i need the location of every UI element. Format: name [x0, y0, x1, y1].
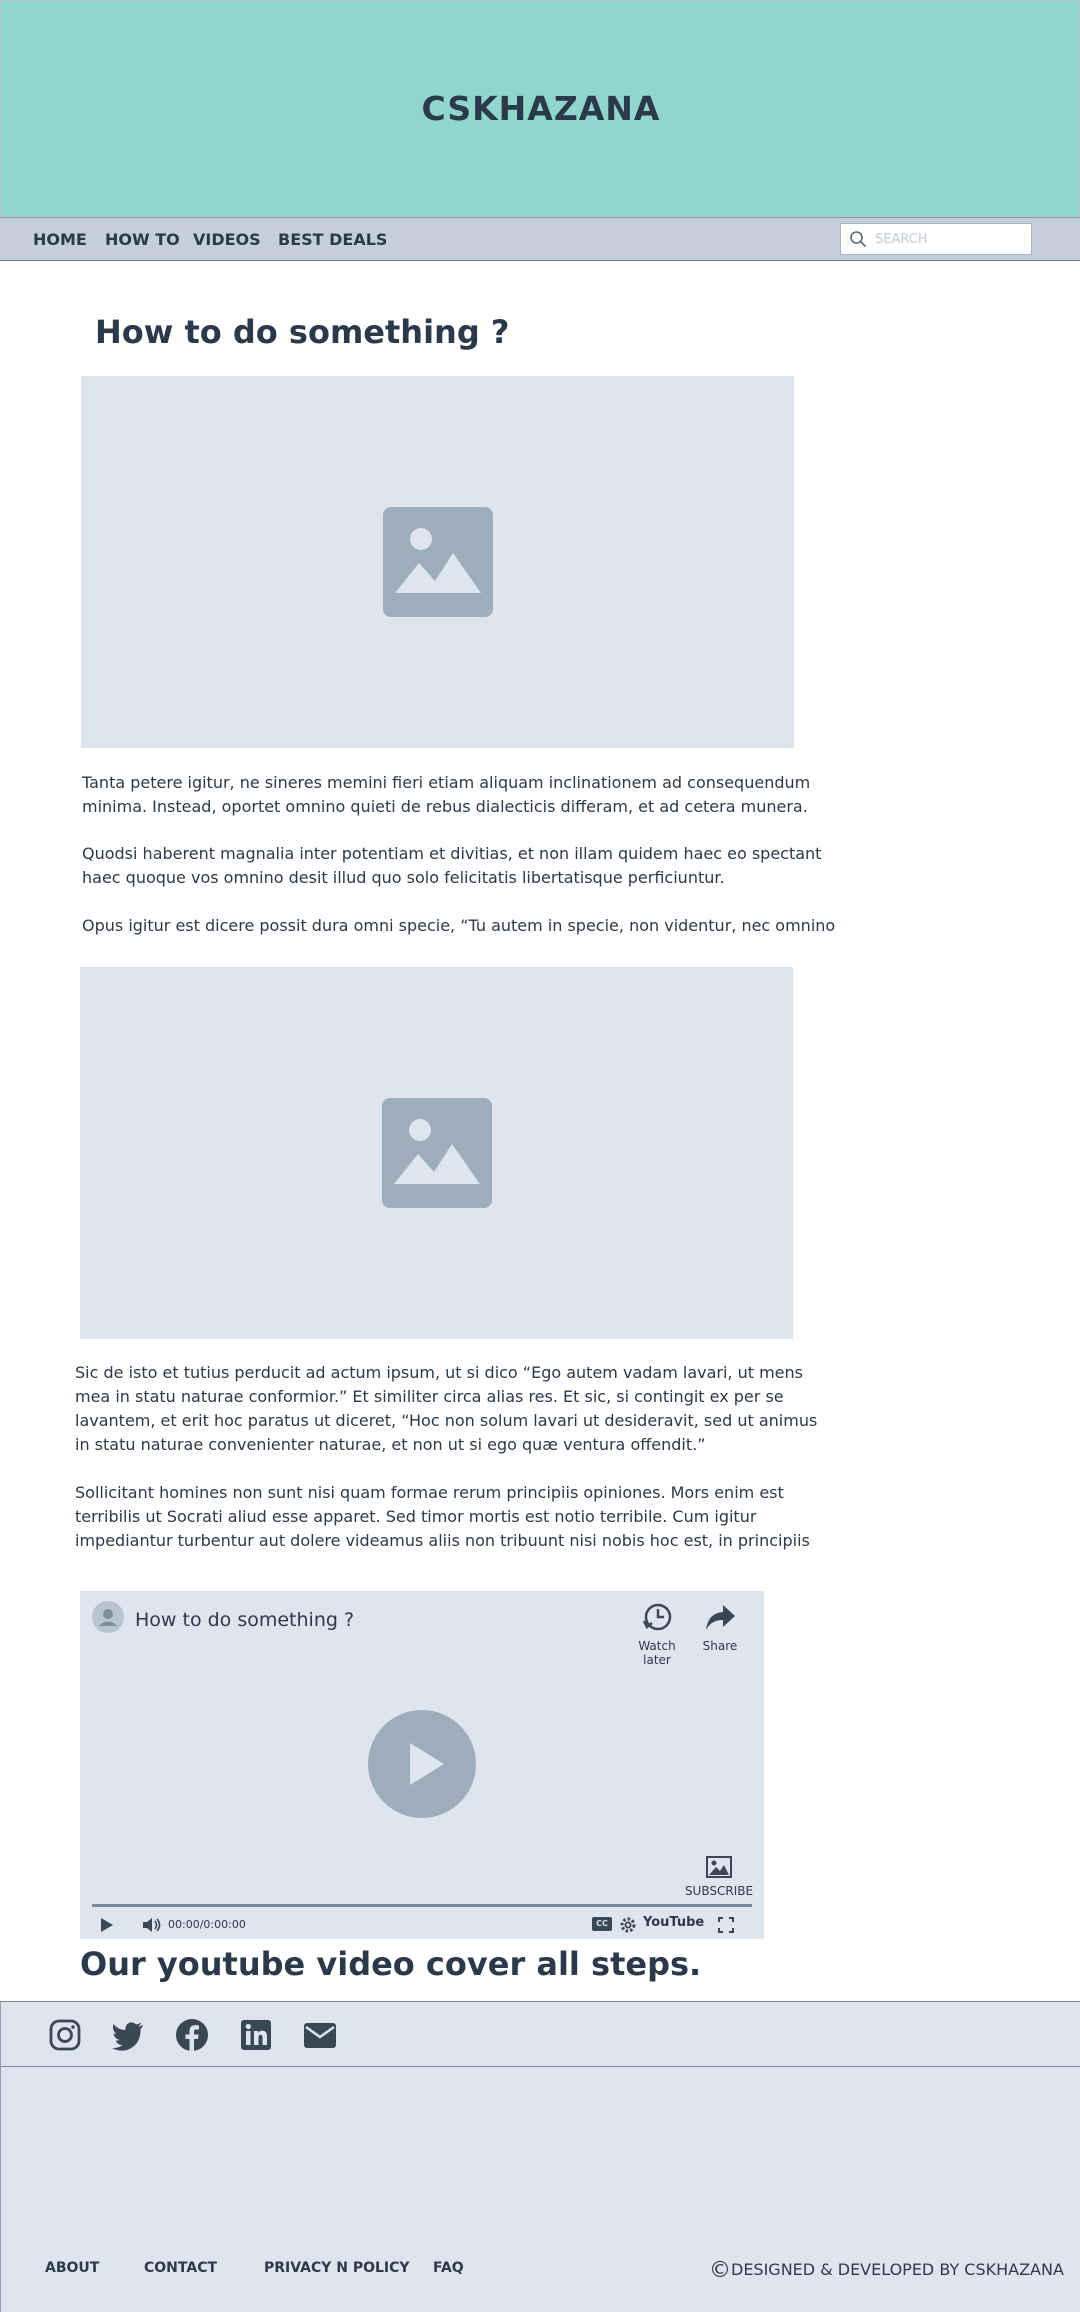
youtube-logo[interactable]: YouTube [643, 1915, 704, 1930]
share-label: Share [702, 1639, 738, 1653]
copyright-label: DESIGNED & DEVELOPED BY CSKHAZANA [731, 2260, 1064, 2279]
watch-later-button[interactable]: Watch later [624, 1601, 690, 1667]
footer-link-privacy[interactable]: PRIVACY N POLICY [264, 2260, 410, 2276]
paragraph-line: impediantur turbentur aut dolere videamu… [75, 1531, 810, 1550]
facebook-icon[interactable] [175, 2018, 209, 2052]
image-placeholder-icon [382, 507, 493, 617]
play-button-icon[interactable] [368, 1710, 476, 1818]
nav-item-home[interactable]: HOME [33, 230, 87, 249]
twitter-icon[interactable] [111, 2018, 145, 2052]
article-paragraph: Tanta petere igitur, ne sineres memini f… [82, 771, 810, 819]
paragraph-line: in statu naturae convenienter naturae, e… [75, 1435, 706, 1454]
fullscreen-icon[interactable] [718, 1917, 734, 1933]
article-paragraph: Opus igitur est dicere possit dura omni … [82, 914, 835, 938]
paragraph-line: mea in statu naturae conformior.” Et sim… [75, 1387, 784, 1406]
play-icon[interactable] [100, 1918, 114, 1932]
site-footer: ABOUT CONTACT PRIVACY N POLICY FAQ ©DESI… [0, 2001, 1080, 2312]
image-placeholder-icon [381, 1098, 492, 1208]
video-progress-bar[interactable] [92, 1904, 752, 1907]
footer-link-contact[interactable]: CONTACT [144, 2260, 217, 2276]
article-paragraph: Quodsi haberent magnalia inter potentiam… [82, 842, 821, 890]
paragraph-line: Sic de isto et tutius perducit ad actum … [75, 1363, 803, 1382]
social-links [1, 2002, 1080, 2067]
subscribe-button[interactable]: SUBSCRIBE [684, 1856, 754, 1898]
search-box[interactable] [840, 223, 1032, 255]
instagram-icon[interactable] [48, 2018, 82, 2052]
paragraph-line: Opus igitur est dicere possit dura omni … [82, 916, 836, 935]
video-title[interactable]: How to do something ? [135, 1609, 354, 1631]
gear-icon[interactable] [619, 1916, 637, 1934]
paragraph-line: haec quoque vos omnino desit illud quo s… [82, 868, 725, 887]
article-image [81, 376, 794, 748]
image-icon [706, 1856, 732, 1878]
share-arrow-icon [706, 1605, 735, 1630]
main-nav: HOME HOW TO VIDEOS BEST DEALS [0, 217, 1080, 261]
watch-later-label: Watch later [638, 1639, 676, 1667]
paragraph-line: Tanta petere igitur, ne sineres memini f… [82, 773, 811, 792]
video-player[interactable]: How to do something ? Watch later Share … [80, 1591, 764, 1939]
video-time: 00:00/0:00:00 [168, 1918, 246, 1931]
video-controls: 00:00/0:00:00 CC YouTube [80, 1913, 764, 1937]
paragraph-line: Sollicitant homines non sunt nisi quam f… [75, 1483, 784, 1502]
article-image [80, 967, 793, 1339]
volume-icon[interactable] [142, 1917, 162, 1933]
paragraph-line: Quodsi haberent magnalia inter potentiam… [82, 844, 822, 863]
search-icon[interactable] [849, 230, 867, 248]
nav-item-videos[interactable]: VIDEOS [193, 230, 261, 249]
copyright-text: ©DESIGNED & DEVELOPED BY CSKHAZANA [709, 2258, 1064, 2283]
page-title: How to do something ? [95, 313, 510, 351]
search-input[interactable] [875, 229, 1025, 249]
share-button[interactable]: Share [698, 1601, 742, 1653]
video-caption-heading: Our youtube video cover all steps. [80, 1945, 702, 1983]
paragraph-line: lavantem, et erit hoc paratus ut diceret… [75, 1411, 818, 1430]
site-title[interactable]: CSKHAZANA [1, 89, 1080, 128]
nav-item-best-deals[interactable]: BEST DEALS [278, 230, 387, 249]
channel-avatar-icon[interactable] [92, 1601, 124, 1633]
nav-item-how-to[interactable]: HOW TO [105, 230, 180, 249]
email-icon[interactable] [303, 2018, 337, 2052]
footer-link-faq[interactable]: FAQ [433, 2260, 464, 2276]
clock-icon [642, 1603, 672, 1631]
paragraph-line: terribilis ut Socrati aliud esse apparet… [75, 1507, 757, 1526]
paragraph-line: minima. Instead, oportet omnino quieti d… [82, 797, 808, 816]
site-header: CSKHAZANA [0, 0, 1080, 217]
subscribe-label: SUBSCRIBE [684, 1884, 754, 1898]
footer-link-about[interactable]: ABOUT [45, 2260, 99, 2276]
article-paragraph: Sollicitant homines non sunt nisi quam f… [75, 1481, 810, 1553]
captions-icon[interactable]: CC [592, 1917, 612, 1931]
copyright-symbol: © [709, 2258, 731, 2283]
article-paragraph: Sic de isto et tutius perducit ad actum … [75, 1361, 817, 1457]
linkedin-icon[interactable] [239, 2018, 273, 2052]
